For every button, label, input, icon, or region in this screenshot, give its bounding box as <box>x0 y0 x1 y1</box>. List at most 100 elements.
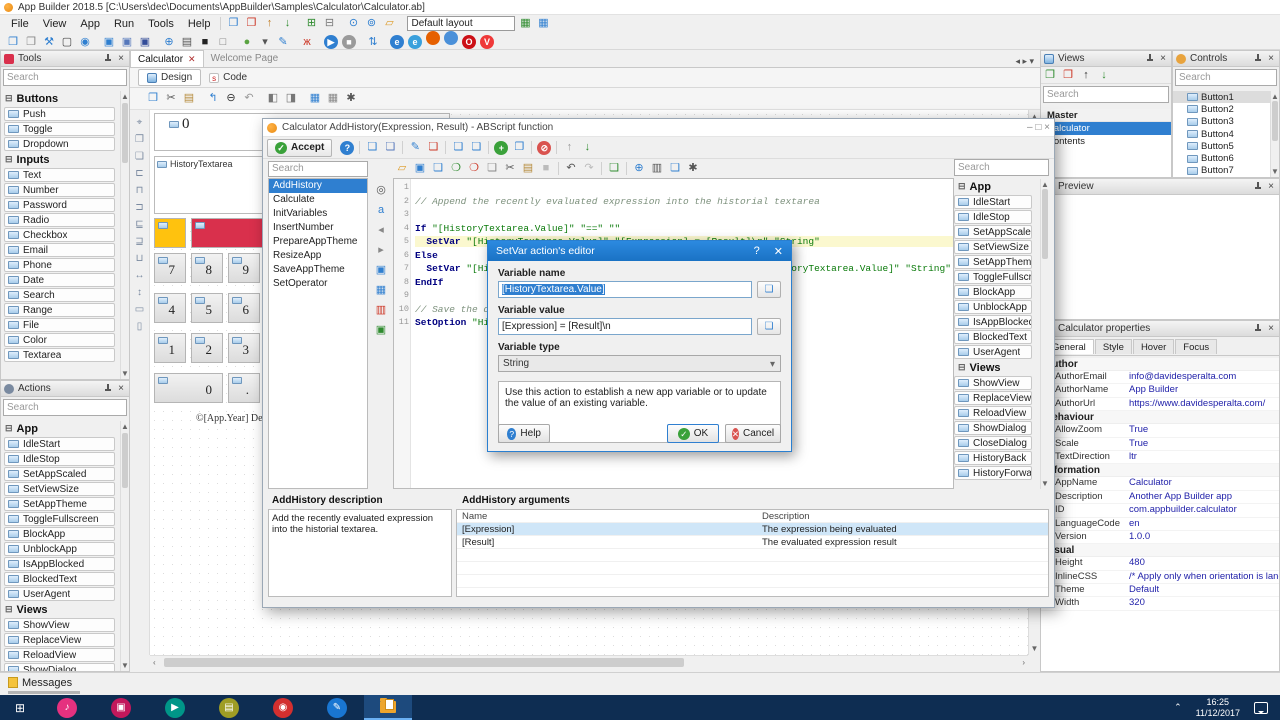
lock-icon[interactable]: ◧ <box>264 91 282 106</box>
control-node-button4[interactable]: Button4 <box>1173 128 1270 140</box>
zoom-icon[interactable]: ⊕ <box>160 35 178 50</box>
layout-select[interactable]: Default layout <box>407 16 515 31</box>
print-icon[interactable]: ▥ <box>648 161 666 176</box>
list-item-idlestop[interactable]: IdleStop <box>954 210 1032 224</box>
save-all-icon[interactable]: ▣ <box>136 35 154 50</box>
function-export-icon[interactable]: ❏ <box>467 140 485 155</box>
new-window-icon[interactable]: ❐ <box>4 35 22 50</box>
search-files-icon[interactable]: ⊙ <box>344 16 362 31</box>
tray-chevron-icon[interactable]: ⌃ <box>1174 702 1182 713</box>
comment-remove-icon[interactable]: ❍ <box>465 161 483 176</box>
view-item-contents[interactable]: Contents <box>1041 135 1171 148</box>
debug-bug-icon[interactable]: ж <box>298 35 316 50</box>
prop-group-behaviour[interactable]: Behaviour <box>1041 411 1279 424</box>
list-item-historyforward[interactable]: HistoryForward <box>954 466 1032 480</box>
menu-run[interactable]: Run <box>107 17 141 31</box>
views-search-input[interactable]: Search <box>1043 86 1169 103</box>
actions-scrollbar[interactable]: ▲ ▼ <box>120 421 129 671</box>
list-item-setapptheme[interactable]: SetAppTheme <box>4 497 115 511</box>
bring-front-icon[interactable]: ❐ <box>131 131 149 148</box>
console-icon[interactable]: ▤ <box>178 35 196 50</box>
screen-light-icon[interactable]: □ <box>214 35 232 50</box>
open-icon[interactable]: ▱ <box>393 161 411 176</box>
chrome-browser-icon[interactable] <box>444 31 458 45</box>
volume-app-icon[interactable]: ♪ <box>57 698 77 718</box>
list-item-textarea[interactable]: Textarea <box>4 348 115 362</box>
variable-name-input[interactable]: [HistoryTextarea.Value] <box>498 281 752 298</box>
paste-icon[interactable]: ■ <box>537 161 555 176</box>
menu-app[interactable]: App <box>73 17 107 31</box>
pin-icon[interactable] <box>1254 54 1262 64</box>
undo-icon[interactable]: ↶ <box>562 161 580 176</box>
save-icon[interactable]: ▣ <box>100 35 118 50</box>
list-item-setviewsize[interactable]: SetViewSize <box>954 240 1032 254</box>
variable-type-select[interactable]: String ▾ <box>498 355 781 372</box>
ok-button[interactable]: ✓ OK <box>667 424 719 443</box>
align-middle-icon[interactable]: ⊒ <box>131 233 149 250</box>
section-header-buttons[interactable]: ⊟Buttons <box>1 91 129 106</box>
tab-code[interactable]: s Code <box>201 69 255 86</box>
dialog-close-icon[interactable]: ✕ <box>774 245 783 258</box>
cut-icon[interactable]: ✂ <box>501 161 519 176</box>
close-icon[interactable]: × <box>118 53 124 64</box>
save-as-icon[interactable]: ▣ <box>118 35 136 50</box>
close-icon[interactable]: × <box>1268 53 1274 64</box>
screenshot-icon[interactable]: ▣ <box>372 261 390 281</box>
add-view-icon[interactable]: ❐ <box>1041 68 1059 83</box>
calc-button-6[interactable]: 6 <box>228 293 260 323</box>
notes-app-icon[interactable]: ✎ <box>327 698 347 718</box>
edge-browser-icon[interactable]: e <box>408 35 422 49</box>
calc-button-blank[interactable] <box>154 218 186 248</box>
build-icon[interactable]: ⚒ <box>40 35 58 50</box>
remove-view-icon[interactable]: ❐ <box>1059 68 1077 83</box>
align-bottom-icon[interactable]: ⊔ <box>131 250 149 267</box>
games-app-icon[interactable]: ◉ <box>273 698 293 718</box>
tab-calculator[interactable]: Calculator ✕ <box>130 50 204 67</box>
same-height-icon[interactable]: ↕ <box>131 284 149 301</box>
help-icon[interactable]: ? <box>340 141 354 155</box>
remove-icon[interactable]: ⊘ <box>537 141 551 155</box>
calc-button-7[interactable]: 7 <box>154 253 186 283</box>
project-tree-icon[interactable]: ⊞ <box>302 16 320 31</box>
list-item-email[interactable]: Email <box>4 243 115 257</box>
list-item-reloadview[interactable]: ReloadView <box>4 648 115 662</box>
sort-arrows-icon[interactable]: ⇅ <box>364 35 382 50</box>
ie-browser-icon[interactable]: e <box>390 35 404 49</box>
pin-icon[interactable] <box>1146 54 1154 64</box>
menu-help[interactable]: Help <box>181 17 218 31</box>
list-item-blockedtext[interactable]: BlockedText <box>4 572 115 586</box>
dialog-actions-search-input[interactable]: Search <box>954 159 1049 176</box>
function-search-input[interactable]: Search <box>268 161 368 177</box>
taskbar-appbuilder-button[interactable] <box>364 695 412 720</box>
opera-browser-icon[interactable]: O <box>462 35 476 49</box>
size-icon[interactable]: ▭ <box>131 301 149 318</box>
function-item-resizeapp[interactable]: ResizeApp <box>269 249 367 263</box>
insert-icon[interactable]: ❏ <box>605 161 623 176</box>
windows-icon[interactable]: ❐ <box>22 35 40 50</box>
grid-icon[interactable]: ▦ <box>306 91 324 106</box>
move-up-icon[interactable]: ↑ <box>560 140 578 155</box>
menu-tools[interactable]: Tools <box>141 17 181 31</box>
prop-appname[interactable]: AppNameCalculator <box>1041 477 1279 490</box>
section-header-inputs[interactable]: ⊟Inputs <box>1 152 129 167</box>
menu-view[interactable]: View <box>36 17 74 31</box>
run-icon[interactable]: ▶ <box>324 35 338 49</box>
list-item-idlestop[interactable]: IdleStop <box>4 452 115 466</box>
list-item-blockapp[interactable]: BlockApp <box>954 285 1032 299</box>
pin-icon[interactable] <box>104 54 112 64</box>
list-item-replaceview[interactable]: ReplaceView <box>4 633 115 647</box>
calc-button-8[interactable]: 8 <box>191 253 223 283</box>
list-item-text[interactable]: Text <box>4 168 115 182</box>
export-icon[interactable]: ❏ <box>666 161 684 176</box>
function-list-icon[interactable]: ❏ <box>381 140 399 155</box>
prop-height[interactable]: Height480 <box>1041 557 1279 570</box>
function-delete-icon[interactable]: ❏ <box>424 140 442 155</box>
help-button[interactable]: ? Help <box>498 424 550 443</box>
search-replace-icon[interactable]: ⊚ <box>362 16 380 31</box>
list-item-setapptheme[interactable]: SetAppTheme <box>954 255 1032 269</box>
list-item-setviewsize[interactable]: SetViewSize <box>4 482 115 496</box>
prop-textdirection[interactable]: TextDirectionltr <box>1041 451 1279 464</box>
stop-icon[interactable]: ■ <box>342 35 356 49</box>
list-item-dropdown[interactable]: Dropdown <box>4 137 115 151</box>
zoom-icon[interactable]: ⊕ <box>630 161 648 176</box>
